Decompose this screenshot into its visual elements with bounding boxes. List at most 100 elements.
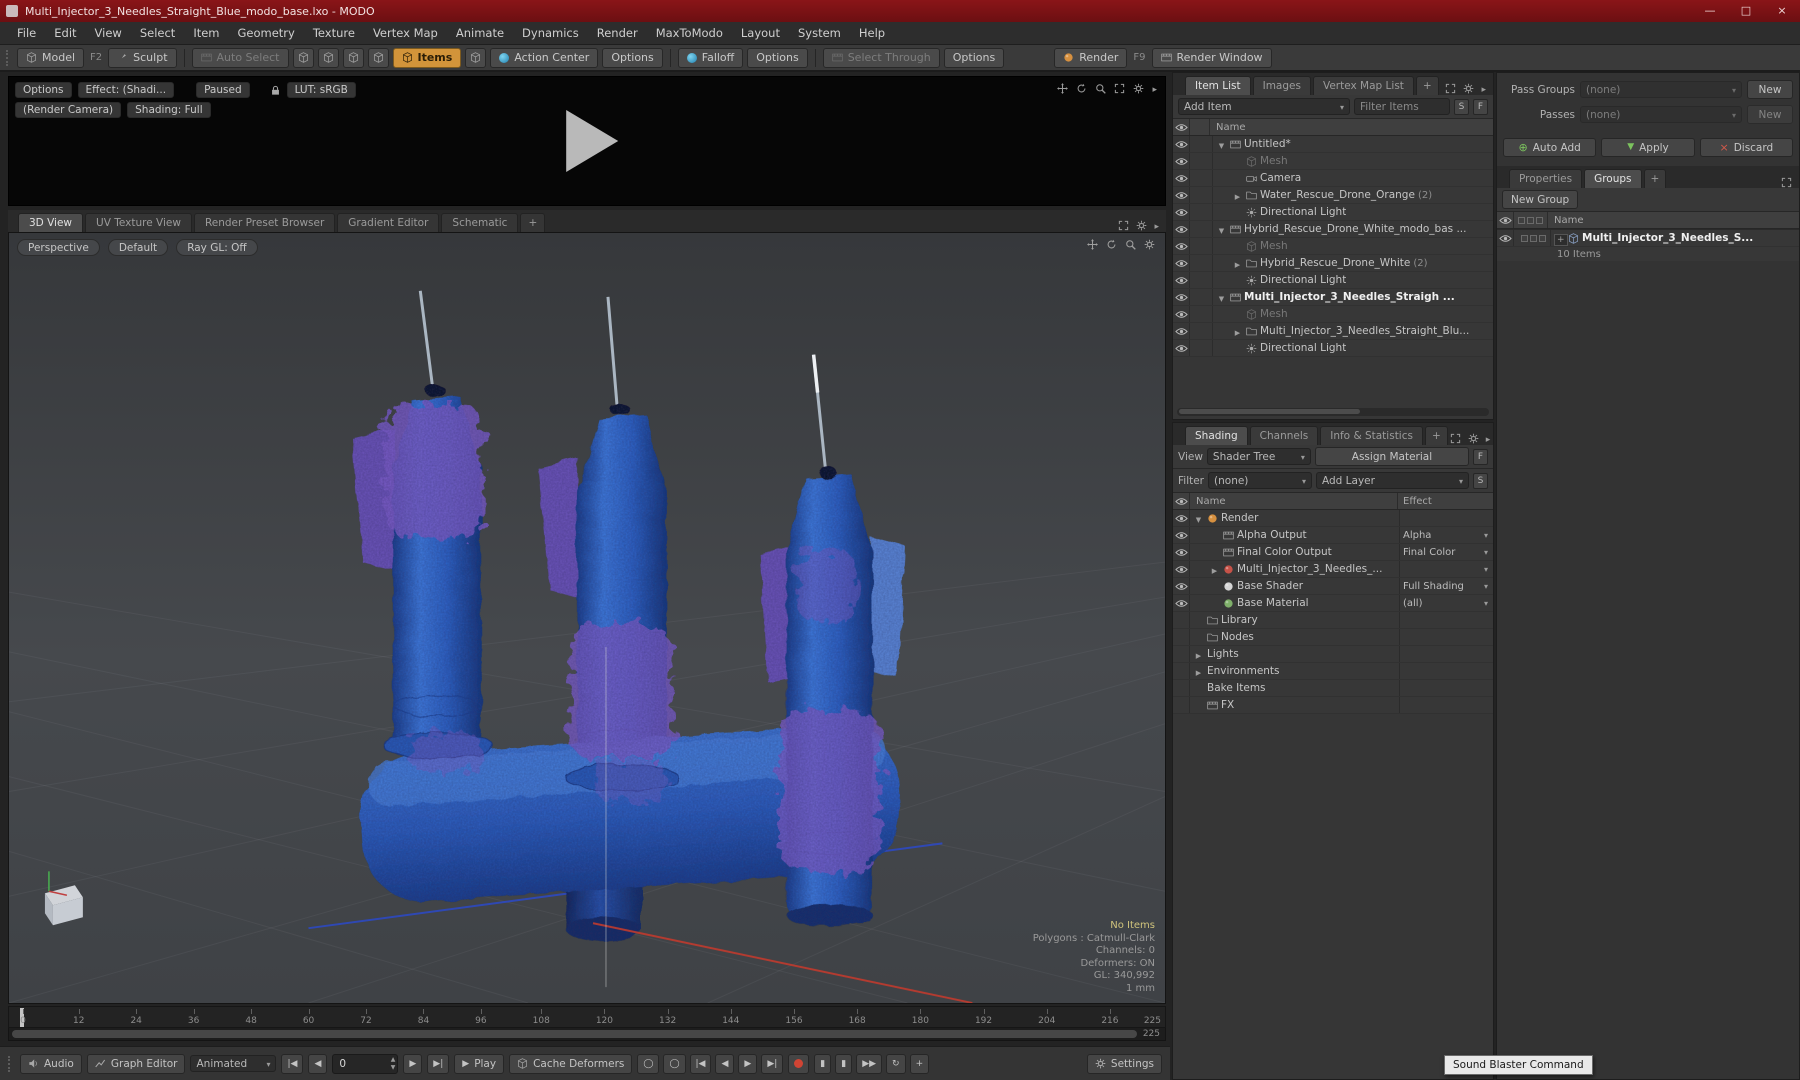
visibility-eye-icon[interactable] — [1175, 225, 1188, 234]
visibility-eye-icon[interactable] — [1175, 208, 1188, 217]
group-row[interactable]: Multi_Injector_3_Needles_S... — [1497, 230, 1799, 247]
preview-pause-button[interactable]: Paused — [196, 82, 250, 98]
auto-key-button[interactable] — [788, 1053, 810, 1074]
effect-dropdown[interactable]: Full Shading — [1399, 578, 1491, 594]
transport-extra-button[interactable]: + — [909, 1053, 930, 1074]
filter-items-input[interactable] — [1354, 98, 1450, 115]
item-row selected[interactable]: Multi_Injector_3_Needles_Straigh ... — [1173, 289, 1493, 306]
3d-scene-canvas[interactable] — [9, 233, 1165, 1003]
menu-item[interactable]: MaxToModo — [647, 23, 732, 43]
shading-tab[interactable]: Info & Statistics — [1320, 426, 1423, 445]
toolbar-grip[interactable] — [6, 49, 11, 66]
menu-item[interactable]: Render — [588, 23, 647, 43]
transport-extra-button[interactable]: ▶▶ — [856, 1053, 883, 1074]
materials-mode-button[interactable] — [367, 47, 389, 68]
right-panel-tab[interactable]: Properties — [1509, 169, 1583, 188]
go-to-start-button[interactable]: |◀ — [281, 1053, 304, 1074]
transport-grip[interactable] — [8, 1055, 13, 1072]
viewport-tab[interactable]: Schematic — [441, 213, 519, 232]
item-row[interactable]: Hybrid_Rescue_Drone_White(2) — [1173, 255, 1493, 272]
shader-row[interactable]: Base Material (all) — [1173, 595, 1493, 612]
shader-row[interactable]: Render — [1173, 510, 1493, 527]
add-panel-tab-button[interactable]: + — [1415, 76, 1439, 95]
toggle-icon[interactable] — [1521, 234, 1528, 242]
passes-dropdown[interactable]: (none) — [1580, 106, 1742, 123]
expand-icon[interactable] — [1114, 83, 1125, 94]
expander-closed-icon[interactable] — [1193, 648, 1204, 661]
settings-button[interactable]: Settings — [1086, 1053, 1162, 1074]
menu-item[interactable]: View — [86, 23, 131, 43]
expander-closed-icon[interactable] — [1232, 257, 1243, 270]
camera-gizmo[interactable] — [44, 871, 83, 926]
visibility-eye-icon[interactable] — [1175, 565, 1188, 574]
transport-extra-button[interactable]: ◯ — [637, 1053, 660, 1074]
zoom-icon[interactable] — [1125, 239, 1136, 250]
item-row[interactable]: Directional Light — [1173, 340, 1493, 357]
scopes-button[interactable]: S — [1454, 98, 1469, 115]
timeline-scroll-handle[interactable] — [12, 1030, 1137, 1038]
expander-open-icon[interactable] — [1193, 512, 1204, 525]
item-row[interactable]: Mesh — [1173, 238, 1493, 255]
step-back-button[interactable]: ◀ — [308, 1053, 328, 1074]
item-list-tab[interactable]: Images — [1252, 76, 1311, 95]
menu-item[interactable]: Texture — [304, 23, 364, 43]
timeline-scrollbar[interactable]: 225 — [8, 1028, 1166, 1041]
pan-icon[interactable] — [1087, 239, 1098, 250]
shader-row[interactable]: Final Color Output Final Color — [1173, 544, 1493, 561]
close-button[interactable]: × — [1764, 0, 1800, 22]
visibility-eye-icon[interactable] — [1175, 582, 1188, 591]
expander-open-icon[interactable] — [1216, 138, 1227, 151]
render-preview[interactable]: Options Effect: (Shadi... Paused LUT: sR… — [8, 76, 1166, 206]
menu-item[interactable]: Geometry — [229, 23, 304, 43]
effect-dropdown[interactable] — [1399, 561, 1491, 577]
transport-extra-button[interactable]: ◯ — [663, 1053, 686, 1074]
visibility-eye-icon[interactable] — [1175, 259, 1188, 268]
add-layer-dropdown[interactable]: Add Layer — [1316, 472, 1469, 489]
expander-closed-icon[interactable] — [1232, 325, 1243, 338]
panel-menu-icon[interactable] — [1152, 82, 1157, 95]
gear-icon[interactable] — [1133, 83, 1144, 94]
item-row[interactable]: Multi_Injector_3_Needles_Straight_Blu... — [1173, 323, 1493, 340]
visibility-eye-icon[interactable] — [1175, 514, 1188, 523]
shader-row[interactable]: Environments — [1173, 663, 1493, 680]
shader-row[interactable]: FX — [1173, 697, 1493, 714]
timeline-ruler[interactable]: 0 12 24 36 48 60 72 84 96 108 120 132 144 156 168 180 19… — [8, 1006, 1166, 1028]
effect-dropdown[interactable]: Final Color — [1399, 544, 1491, 560]
visibility-eye-icon[interactable] — [1175, 276, 1188, 285]
s-button[interactable]: S — [1473, 472, 1488, 489]
transport-extra-button[interactable]: ▮ — [835, 1053, 853, 1074]
vertices-mode-button[interactable] — [292, 47, 314, 68]
new-group-button[interactable]: New Group — [1502, 190, 1579, 209]
transport-extra-button[interactable]: |◀ — [689, 1053, 712, 1074]
expander-closed-icon[interactable] — [1232, 189, 1243, 202]
step-forward-button[interactable]: ▶ — [403, 1053, 423, 1074]
shader-row[interactable]: Nodes — [1173, 629, 1493, 646]
viewport-tab[interactable]: Gradient Editor — [337, 213, 440, 232]
new-pass-group-button[interactable]: New — [1747, 80, 1793, 99]
injector-model[interactable] — [352, 384, 906, 942]
cache-deformers-button[interactable]: Cache Deformers — [509, 1053, 633, 1074]
render-window-button[interactable]: Render Window — [1151, 47, 1272, 68]
shader-row[interactable]: Alpha Output Alpha — [1173, 527, 1493, 544]
falloff-button[interactable]: Falloff — [677, 47, 744, 68]
model-layout-button[interactable]: Model — [17, 47, 85, 68]
current-frame-input[interactable] — [332, 1053, 399, 1074]
view-mode-dropdown[interactable]: Perspective — [17, 239, 100, 256]
menu-item[interactable]: Vertex Map — [364, 23, 447, 43]
shading-tab[interactable]: Shading — [1185, 426, 1248, 445]
shader-row[interactable]: Bake Items — [1173, 680, 1493, 697]
animated-dropdown[interactable]: Animated — [190, 1055, 277, 1072]
transport-extra-button[interactable]: ▮ — [814, 1053, 832, 1074]
item-row[interactable]: Untitled* — [1173, 136, 1493, 153]
add-panel-tab-button[interactable]: + — [1643, 169, 1667, 188]
pass-groups-dropdown[interactable]: (none) — [1580, 81, 1742, 98]
select-through-options-button[interactable]: Options — [943, 47, 1005, 68]
action-center-options-button[interactable]: Options — [602, 47, 663, 68]
shader-row[interactable]: Multi_Injector_3_Needles_... — [1173, 561, 1493, 578]
visibility-eye-icon[interactable] — [1175, 242, 1188, 251]
filters-button[interactable]: F — [1473, 98, 1488, 115]
transport-extra-button[interactable]: ▶| — [761, 1053, 784, 1074]
frame-spinner[interactable]: ▲ ▼ — [391, 1056, 396, 1072]
right-panel-tab[interactable]: Groups — [1584, 169, 1642, 188]
menu-item[interactable]: Help — [850, 23, 894, 43]
